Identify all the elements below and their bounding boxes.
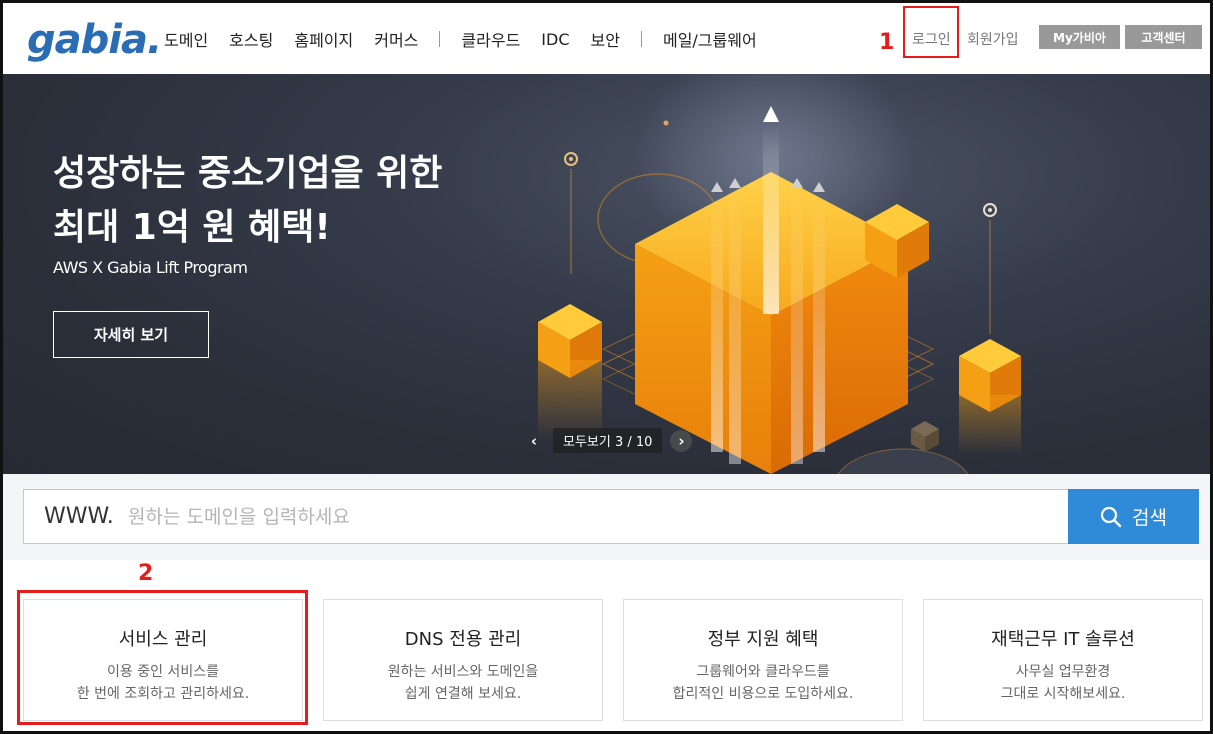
- domain-search-bar: WWW. 검색: [23, 489, 1199, 544]
- nav-domain[interactable]: 도메인: [164, 27, 208, 51]
- customer-center-button[interactable]: 고객센터: [1125, 25, 1202, 49]
- pager-view-all[interactable]: 모두보기 3 / 10: [553, 428, 663, 453]
- banner-pager: ‹ 모두보기 3 / 10 ›: [523, 428, 693, 453]
- nav-hosting[interactable]: 호스팅: [229, 27, 273, 51]
- card-desc-line: 쉽게 연결해 보세요.: [404, 686, 522, 702]
- my-gabia-button[interactable]: My가비아: [1039, 25, 1120, 49]
- banner-detail-button[interactable]: 자세히 보기: [53, 311, 209, 358]
- card-title: 재택근무 IT 솔루션: [991, 629, 1135, 650]
- card-desc-line: 사무실 업무환경: [1015, 664, 1111, 680]
- card-description: 원하는 서비스와 도메인을 쉽게 연결해 보세요.: [324, 661, 602, 705]
- gabia-logo[interactable]: gabia.: [27, 17, 162, 63]
- main-nav: 도메인 호스팅 홈페이지 커머스 클라우드 IDC 보안 메일/그룹웨어: [164, 27, 778, 51]
- banner-title: 성장하는 중소기업을 위한 최대 1억 원 혜택!: [53, 147, 442, 255]
- annotation-number-2: 2: [138, 561, 154, 586]
- pager-prev-icon[interactable]: ‹: [523, 430, 545, 452]
- nav-divider: [640, 31, 642, 47]
- search-www-prefix: WWW.: [44, 504, 114, 529]
- domain-search-input[interactable]: [128, 500, 1028, 533]
- nav-mail-groupware[interactable]: 메일/그룹웨어: [663, 27, 757, 51]
- hero-banner: 성장하는 중소기업을 위한 최대 1억 원 혜택! AWS X Gabia Li…: [3, 74, 1210, 474]
- banner-title-line-2: 최대 1억 원 혜택!: [53, 207, 331, 248]
- nav-idc[interactable]: IDC: [541, 30, 569, 49]
- nav-commerce[interactable]: 커머스: [374, 27, 418, 51]
- card-dns-management[interactable]: DNS 전용 관리 원하는 서비스와 도메인을 쉽게 연결해 보세요.: [323, 599, 603, 721]
- nav-cloud[interactable]: 클라우드: [461, 27, 520, 51]
- pager-next-icon[interactable]: ›: [670, 429, 693, 452]
- annotation-number-1: 1: [879, 30, 895, 55]
- card-remote-work-solution[interactable]: 재택근무 IT 솔루션 사무실 업무환경 그대로 시작해보세요.: [923, 599, 1203, 721]
- nav-divider: [439, 31, 441, 47]
- card-title: DNS 전용 관리: [404, 629, 522, 650]
- card-government-support[interactable]: 정부 지원 혜택 그룹웨어와 클라우드를 합리적인 비용으로 도입하세요.: [623, 599, 903, 721]
- card-title: 정부 지원 혜택: [707, 629, 819, 650]
- card-description: 그룹웨어와 클라우드를 합리적인 비용으로 도입하세요.: [624, 661, 902, 705]
- card-desc-line: 그대로 시작해보세요.: [1000, 686, 1126, 702]
- banner-subtitle: AWS X Gabia Lift Program: [53, 258, 248, 277]
- card-description: 사무실 업무환경 그대로 시작해보세요.: [924, 661, 1202, 705]
- card-desc-line: 합리적인 비용으로 도입하세요.: [672, 686, 854, 702]
- card-desc-line: 원하는 서비스와 도메인을: [387, 664, 539, 680]
- search-icon: [1100, 506, 1122, 527]
- signup-link[interactable]: 회원가입: [967, 29, 1019, 49]
- highlight-box-login: [903, 6, 959, 58]
- nav-security[interactable]: 보안: [591, 27, 620, 51]
- banner-title-line-1: 성장하는 중소기업을 위한: [53, 153, 443, 194]
- search-button-label: 검색: [1132, 507, 1167, 529]
- cube-illustration: [538, 74, 1021, 474]
- card-desc-line: 그룹웨어와 클라우드를: [696, 664, 830, 680]
- highlight-box-service-management: [17, 590, 308, 725]
- nav-homepage[interactable]: 홈페이지: [294, 27, 353, 51]
- header: gabia. 도메인 호스팅 홈페이지 커머스 클라우드 IDC 보안 메일/그…: [3, 3, 1210, 74]
- search-button[interactable]: 검색: [1068, 489, 1199, 544]
